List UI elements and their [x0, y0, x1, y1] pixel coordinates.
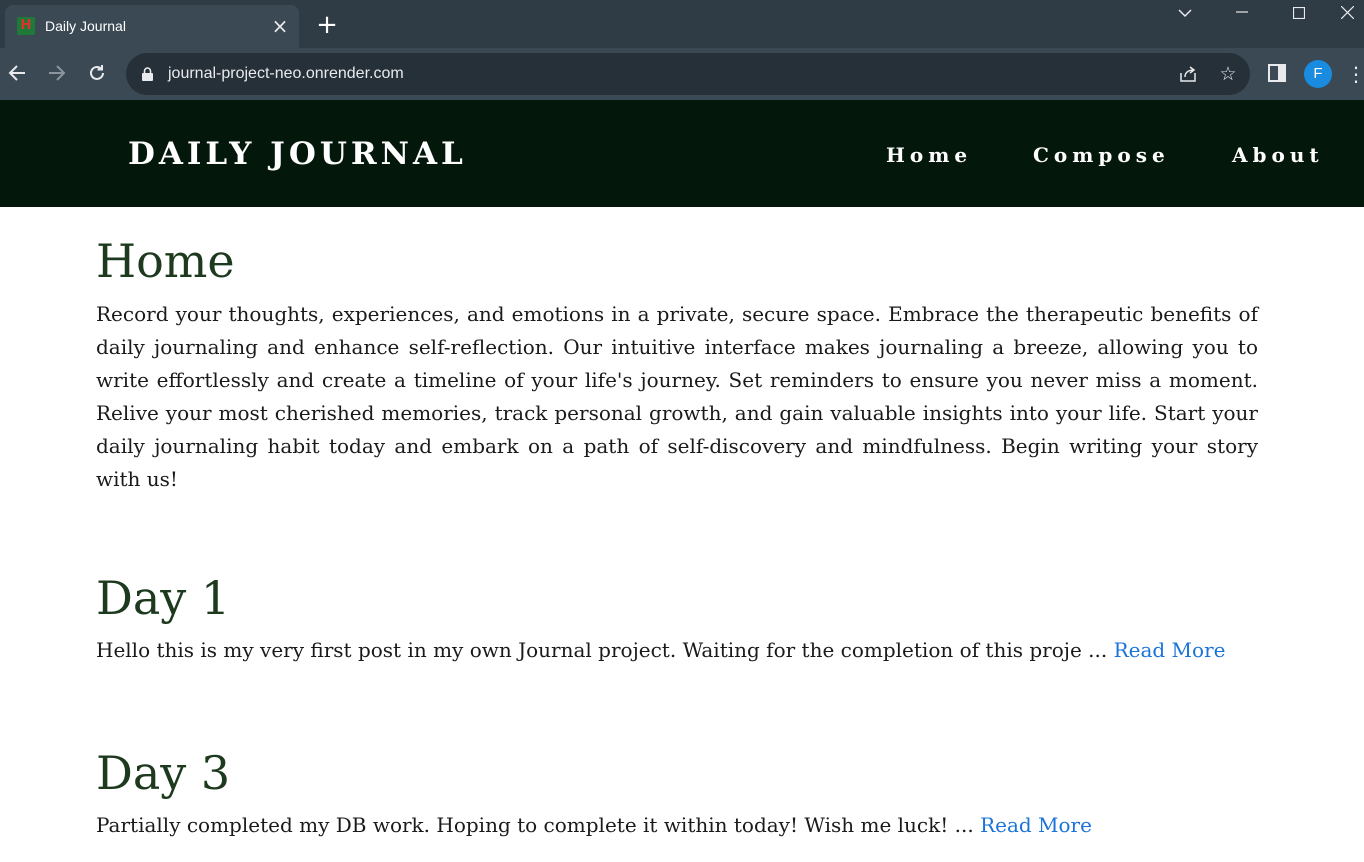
site-brand[interactable]: DAILY JOURNAL: [128, 136, 467, 172]
browser-toolbar: journal-project-neo.onrender.com ☆ F ⋮: [0, 48, 1364, 100]
minimize-icon[interactable]: [1219, 0, 1265, 28]
post-excerpt-text: Partially completed my DB work. Hoping t…: [96, 813, 981, 837]
page-title: Home: [96, 234, 235, 288]
post-excerpt: Hello this is my very first post in my o…: [96, 634, 1258, 667]
tab-title: Daily Journal: [45, 18, 126, 34]
share-icon[interactable]: [1176, 62, 1200, 86]
read-more-link[interactable]: Read More: [980, 813, 1092, 837]
address-bar[interactable]: journal-project-neo.onrender.com ☆: [126, 53, 1250, 95]
browser-tab[interactable]: H Daily Journal ×: [5, 5, 299, 48]
back-icon[interactable]: [4, 60, 30, 86]
favicon-icon: H: [17, 17, 35, 35]
close-window-icon[interactable]: [1330, 0, 1364, 28]
post-excerpt-text: Hello this is my very first post in my o…: [96, 638, 1114, 662]
site-navbar: DAILY JOURNAL Home Compose About: [0, 100, 1364, 207]
browser-menu-icon[interactable]: ⋮: [1346, 60, 1364, 88]
lock-icon: [142, 67, 153, 81]
tab-search-icon[interactable]: [1162, 0, 1208, 28]
reload-icon[interactable]: [84, 60, 110, 86]
url-text: journal-project-neo.onrender.com: [168, 65, 404, 82]
post-title: Day 3: [96, 746, 231, 800]
forward-icon[interactable]: [44, 60, 70, 86]
post-title: Day 1: [96, 571, 231, 625]
bookmark-star-icon[interactable]: ☆: [1216, 62, 1240, 86]
intro-paragraph: Record your thoughts, experiences, and e…: [96, 302, 1258, 491]
close-tab-icon[interactable]: ×: [271, 16, 289, 36]
profile-avatar[interactable]: F: [1304, 60, 1332, 88]
post-excerpt: Partially completed my DB work. Hoping t…: [96, 809, 1258, 842]
nav-compose[interactable]: Compose: [1033, 142, 1170, 168]
maximize-icon[interactable]: [1276, 0, 1322, 28]
nav-home[interactable]: Home: [886, 142, 972, 168]
nav-about[interactable]: About: [1232, 142, 1324, 168]
read-more-link[interactable]: Read More: [1114, 638, 1226, 662]
browser-tab-strip: H Daily Journal × +: [0, 0, 1364, 48]
side-panel-icon[interactable]: [1264, 60, 1290, 86]
new-tab-icon[interactable]: +: [314, 12, 340, 38]
